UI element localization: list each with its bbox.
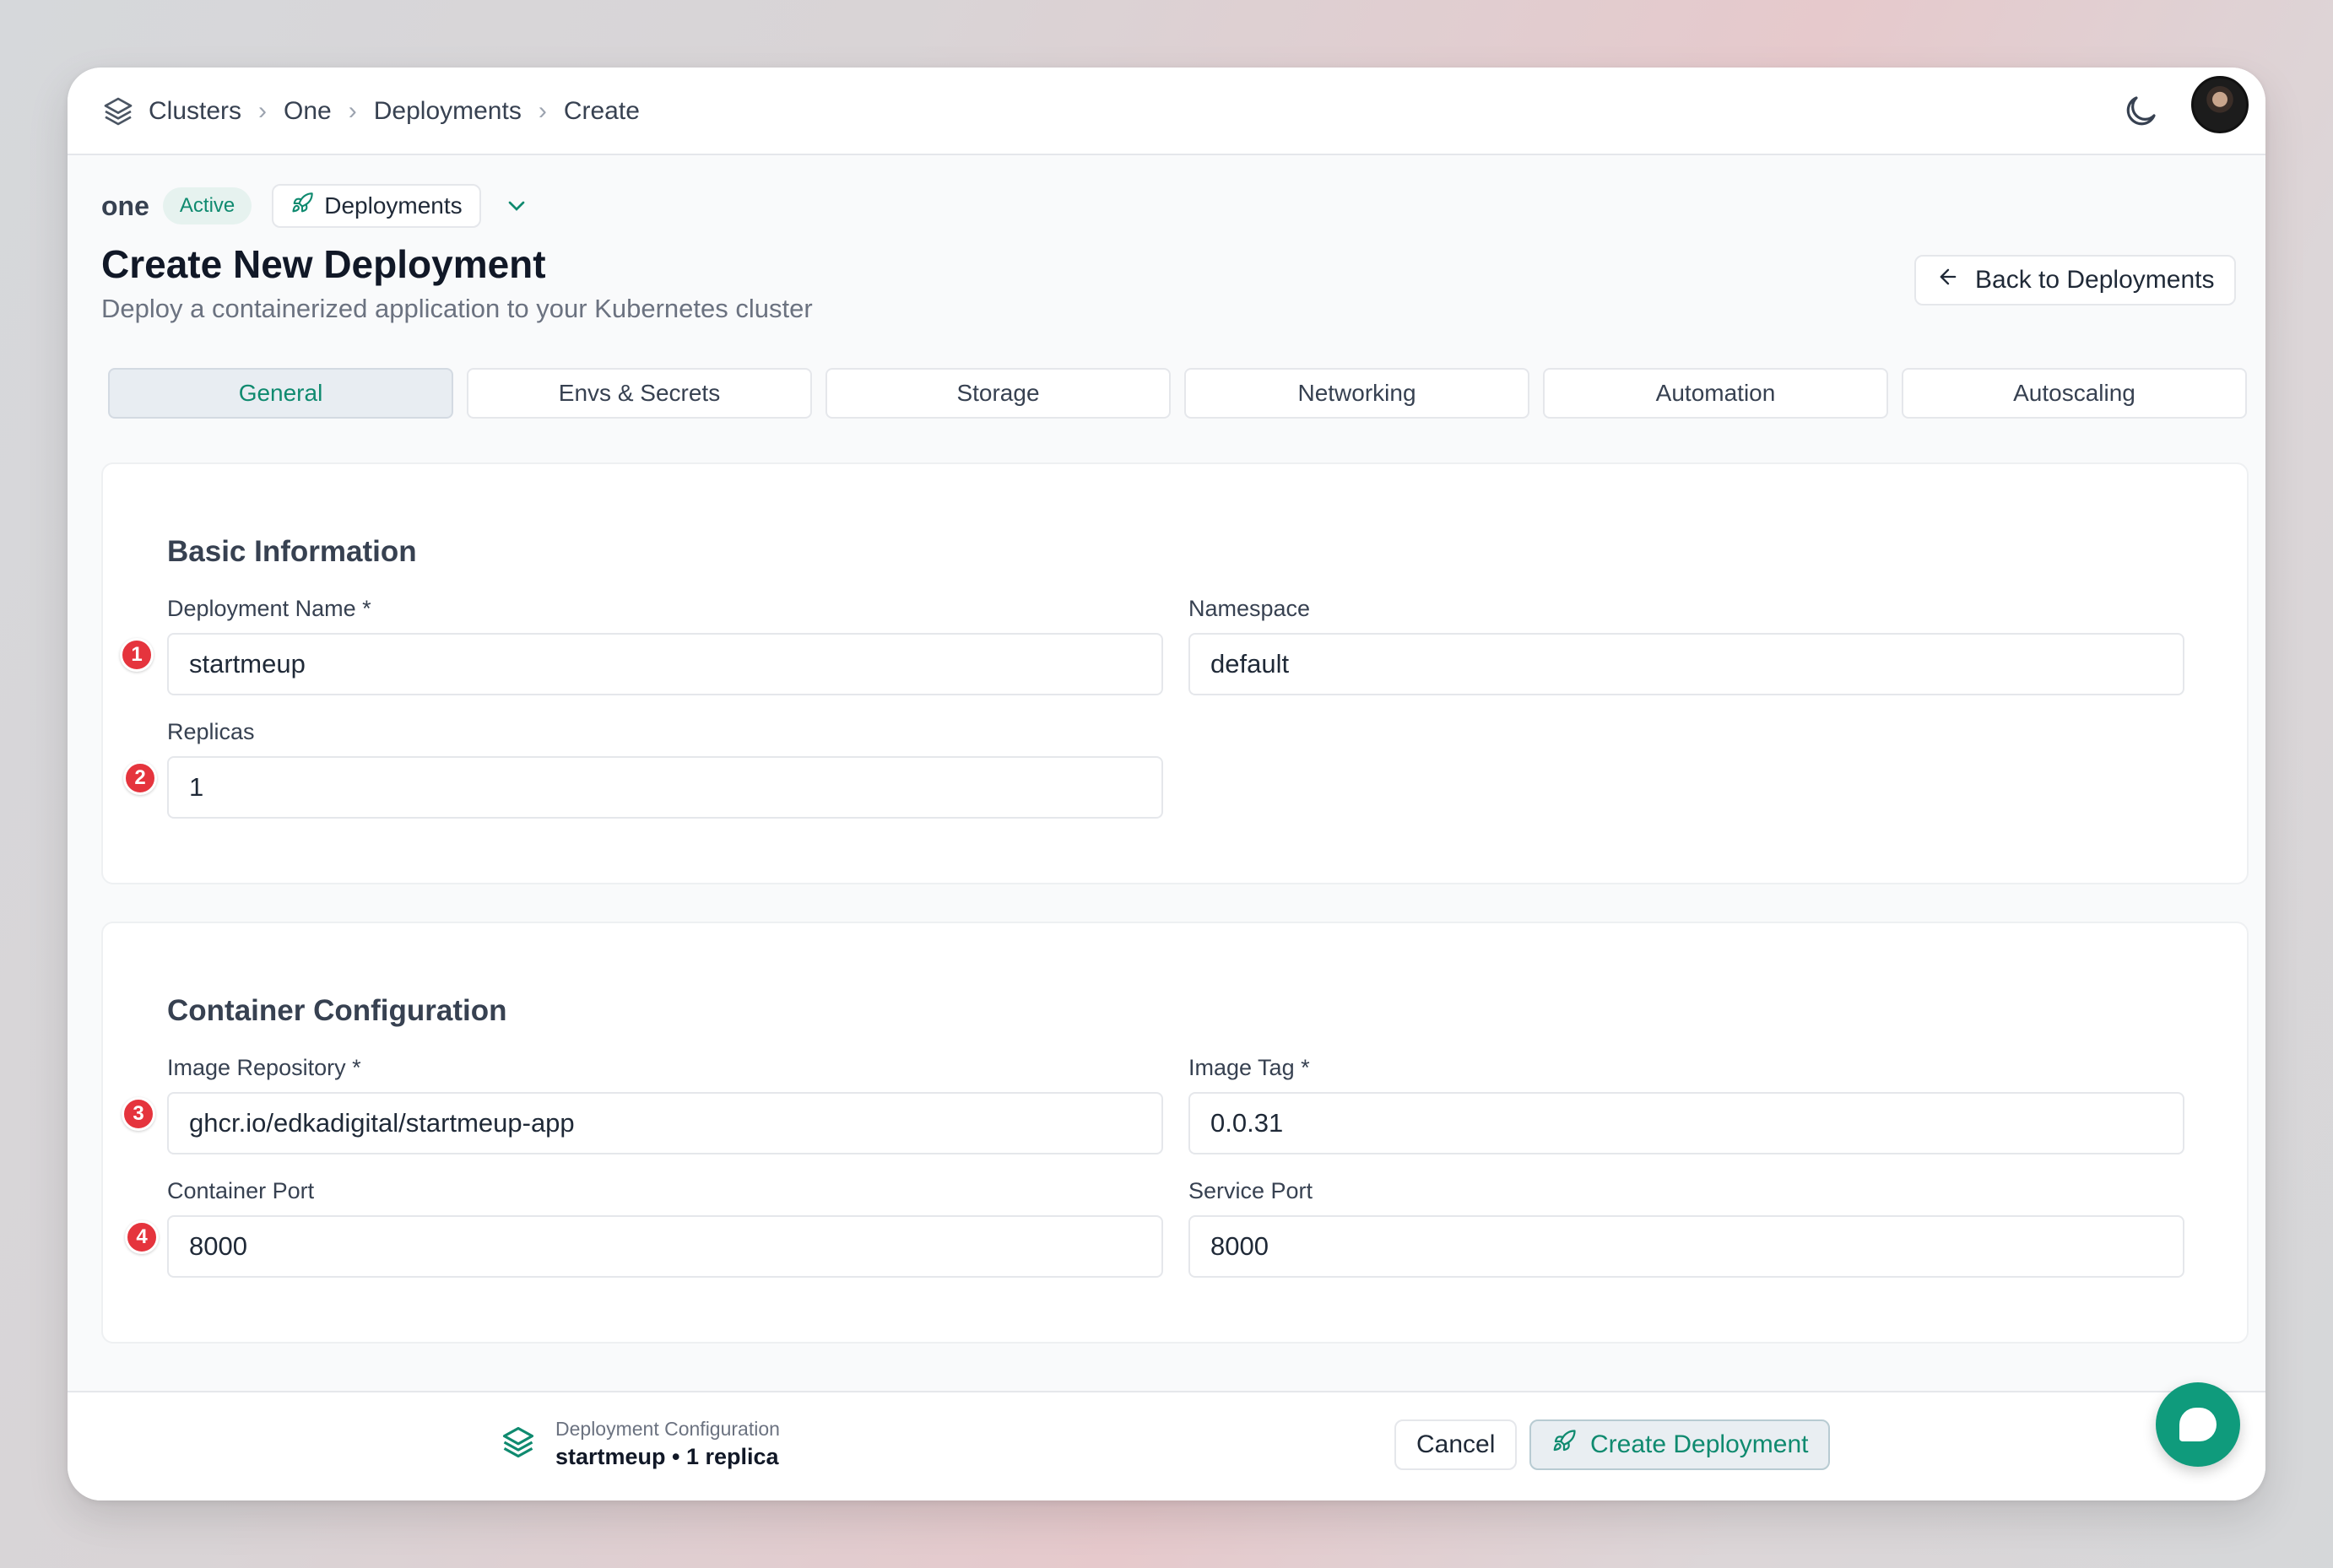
container-configuration-title: Container Configuration xyxy=(167,994,507,1027)
cluster-context: one Active Deployments xyxy=(101,184,530,228)
breadcrumb-one[interactable]: One xyxy=(284,97,332,126)
breadcrumb-create: Create xyxy=(563,97,640,125)
tab-storage[interactable]: Storage xyxy=(825,368,1171,419)
tab-automation[interactable]: Automation xyxy=(1543,368,1888,419)
service-port-input[interactable] xyxy=(1188,1215,2184,1278)
deployment-name-label: Deployment Name * xyxy=(167,596,371,621)
basic-information-card: Basic Information Deployment Name * 1 Na… xyxy=(101,462,2249,884)
back-to-deployments-button[interactable]: Back to Deployments xyxy=(1914,255,2237,305)
arrow-left-icon xyxy=(1936,265,1960,295)
back-button-label: Back to Deployments xyxy=(1975,266,2215,294)
avatar[interactable] xyxy=(2191,76,2249,133)
marker-1: 1 xyxy=(120,638,154,672)
container-port-label: Container Port xyxy=(167,1178,315,1203)
image-repository-input[interactable] xyxy=(167,1092,1163,1154)
chevron-right-icon: › xyxy=(538,97,547,125)
top-bar: Clusters › One › Deployments › Create xyxy=(68,68,2265,155)
page-subtitle: Deploy a containerized application to yo… xyxy=(101,294,813,323)
tab-envs-secrets[interactable]: Envs & Secrets xyxy=(467,368,812,419)
container-port-input[interactable] xyxy=(167,1215,1163,1278)
cluster-name: one xyxy=(101,190,149,221)
chevron-right-icon: › xyxy=(348,97,357,125)
chat-icon xyxy=(2179,1408,2217,1441)
image-tag-input[interactable] xyxy=(1188,1092,2184,1154)
tab-bar: General Envs & Secrets Storage Networkin… xyxy=(108,368,2247,419)
marker-3: 3 xyxy=(122,1097,155,1131)
status-badge: Active xyxy=(162,187,252,224)
breadcrumb-deployments[interactable]: Deployments xyxy=(374,97,522,126)
breadcrumb: Clusters › One › Deployments › Create xyxy=(101,68,640,155)
marker-4: 4 xyxy=(125,1220,159,1254)
tab-autoscaling[interactable]: Autoscaling xyxy=(1902,368,2247,419)
section-selector-label: Deployments xyxy=(324,192,463,219)
image-repository-label: Image Repository * xyxy=(167,1055,361,1080)
tab-networking[interactable]: Networking xyxy=(1184,368,1529,419)
app-window: Clusters › One › Deployments › Create on… xyxy=(68,68,2265,1500)
chevron-down-icon[interactable] xyxy=(503,192,530,219)
deployment-name-input[interactable] xyxy=(167,633,1163,695)
summary-label: Deployment Configuration xyxy=(555,1418,780,1440)
summary-value: startmeup • 1 replica xyxy=(555,1444,779,1469)
chevron-right-icon: › xyxy=(258,97,268,125)
section-selector[interactable]: Deployments xyxy=(272,184,481,228)
replicas-input[interactable] xyxy=(167,756,1163,819)
moon-icon[interactable] xyxy=(2120,91,2161,132)
namespace-label: Namespace xyxy=(1188,596,1311,621)
namespace-input[interactable] xyxy=(1188,633,2184,695)
rocket-icon xyxy=(290,192,314,221)
basic-information-title: Basic Information xyxy=(167,535,417,568)
image-tag-label: Image Tag * xyxy=(1188,1055,1310,1080)
replicas-label: Replicas xyxy=(167,719,255,744)
create-deployment-button[interactable]: Create Deployment xyxy=(1529,1419,1831,1470)
layers-icon xyxy=(101,95,135,128)
deployment-summary: Deployment Configuration startmeup • 1 r… xyxy=(500,1418,780,1470)
service-port-label: Service Port xyxy=(1188,1178,1313,1203)
page-title: Create New Deployment xyxy=(101,242,546,286)
chat-button[interactable] xyxy=(2156,1382,2240,1467)
cancel-button[interactable]: Cancel xyxy=(1394,1419,1518,1470)
tab-general[interactable]: General xyxy=(108,368,453,419)
rocket-icon xyxy=(1551,1429,1577,1461)
layers-icon xyxy=(500,1424,537,1465)
container-configuration-card: Container Configuration Image Repository… xyxy=(101,922,2249,1344)
breadcrumb-clusters[interactable]: Clusters xyxy=(149,97,241,126)
create-deployment-label: Create Deployment xyxy=(1590,1430,1809,1458)
marker-2: 2 xyxy=(123,761,157,795)
action-footer: Deployment Configuration startmeup • 1 r… xyxy=(68,1391,2265,1500)
